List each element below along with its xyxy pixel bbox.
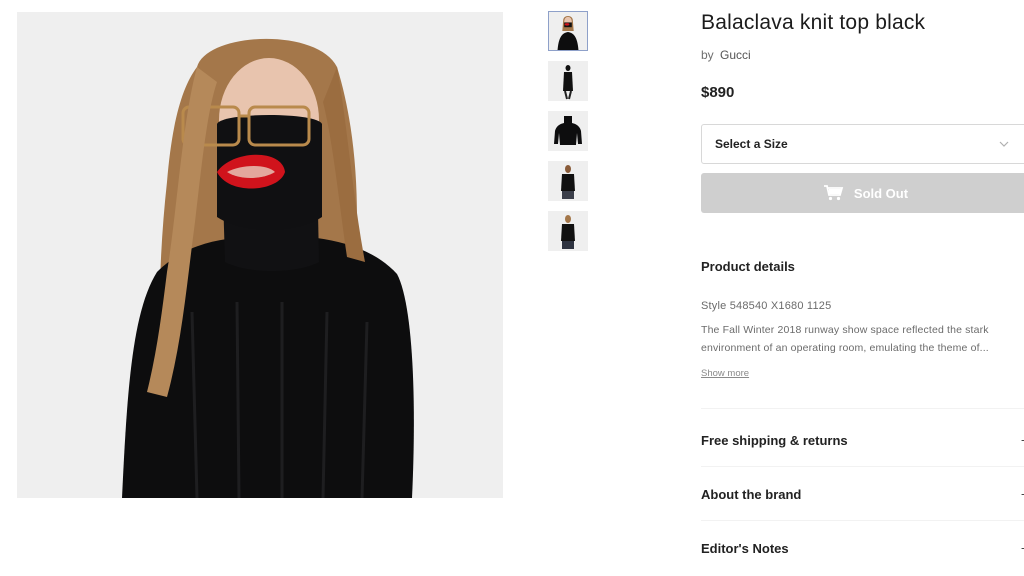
product-info: Balaclava knit top black by Gucci $890 S… [701,0,1024,576]
accordion-label: Free shipping & returns [701,432,848,448]
thumbnail-image [548,161,588,201]
accordion-label: About the brand [701,486,802,502]
thumbnail-image [549,12,587,50]
brand-link[interactable]: Gucci [720,48,751,62]
model-photo [17,12,503,498]
chevron-down-icon [999,141,1009,147]
main-product-image[interactable] [17,12,503,498]
brand-line: by Gucci [701,48,751,62]
thumbnail-image [548,61,588,101]
accordion-free-shipping-returns[interactable]: Free shipping & returns + [701,425,1024,455]
product-price: $890 [701,84,735,101]
thumbnail-3[interactable] [548,111,588,151]
product-description: The Fall Winter 2018 runway show space r… [701,324,989,354]
product-title: Balaclava knit top black [701,11,926,34]
thumbnail-image [548,111,588,151]
divider [701,520,1024,521]
show-more-link[interactable]: Show more [701,368,749,379]
size-select-label: Select a Size [715,137,788,151]
style-number: Style 548540 X1680 1125 [701,300,832,312]
accordion-label: Editor's Notes [701,540,789,556]
thumbnail-image [548,211,588,251]
size-select-dropdown[interactable]: Select a Size [701,124,1024,164]
by-label: by [701,48,714,62]
thumbnail-1[interactable] [548,11,588,51]
thumbnail-5[interactable] [548,211,588,251]
sold-out-label: Sold Out [853,185,909,201]
thumbnail-4[interactable] [548,161,588,201]
sold-out-button[interactable]: Sold Out [701,173,1024,213]
cart-icon [823,185,844,201]
accordion-about-the-brand[interactable]: About the brand + [701,479,1024,509]
divider [701,466,1024,467]
thumbnail-2[interactable] [548,61,588,101]
product-page: Balaclava knit top black by Gucci $890 S… [0,0,1024,576]
accordion-editors-notes[interactable]: Editor's Notes + [701,533,1024,563]
divider [701,408,1024,409]
product-details-heading: Product details [701,259,795,274]
